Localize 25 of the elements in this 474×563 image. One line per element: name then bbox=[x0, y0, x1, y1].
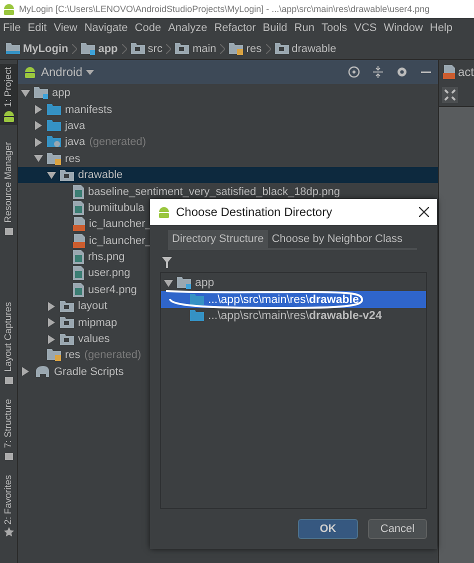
item-label: user.png bbox=[88, 267, 130, 280]
item-label: rhs.png bbox=[88, 251, 125, 264]
item-label: ...\app\src\main\res\drawable-v24 bbox=[208, 310, 382, 322]
item-label: app bbox=[195, 277, 214, 290]
item-suffix: (generated) bbox=[89, 136, 146, 148]
item-label: ic_launcher_ bbox=[89, 234, 152, 247]
item-suffix: (generated) bbox=[84, 349, 142, 362]
item-label: baseline_sentiment_very_satisfied_black_18dp.png bbox=[88, 186, 340, 198]
item-label: bumiitubula bbox=[88, 202, 144, 214]
item-label: res bbox=[65, 152, 80, 165]
dialog-title: Choose Destination Directory bbox=[176, 205, 332, 219]
item-label: mipmap bbox=[78, 316, 118, 329]
item-label: manifests bbox=[65, 104, 112, 116]
item-label: Gradle Scripts bbox=[54, 366, 124, 378]
item-label: values bbox=[78, 333, 110, 346]
item-label: drawable bbox=[78, 169, 123, 182]
item-label: user4.png bbox=[88, 284, 137, 296]
item-label: java bbox=[65, 120, 86, 132]
item-label: ic_launcher_ bbox=[89, 218, 152, 230]
window-title: MyLogin [C:\Users\LENOVO\AndroidStudioProjects\MyLogin] - ...\app\src\main\res\drawable\user4.png bbox=[19, 4, 430, 14]
item-label: java bbox=[65, 136, 86, 148]
item-label: res bbox=[65, 349, 80, 362]
item-label: ...\app\src\main\res\drawable bbox=[208, 294, 359, 306]
item-label: app bbox=[52, 87, 70, 100]
item-label: layout bbox=[78, 300, 108, 312]
